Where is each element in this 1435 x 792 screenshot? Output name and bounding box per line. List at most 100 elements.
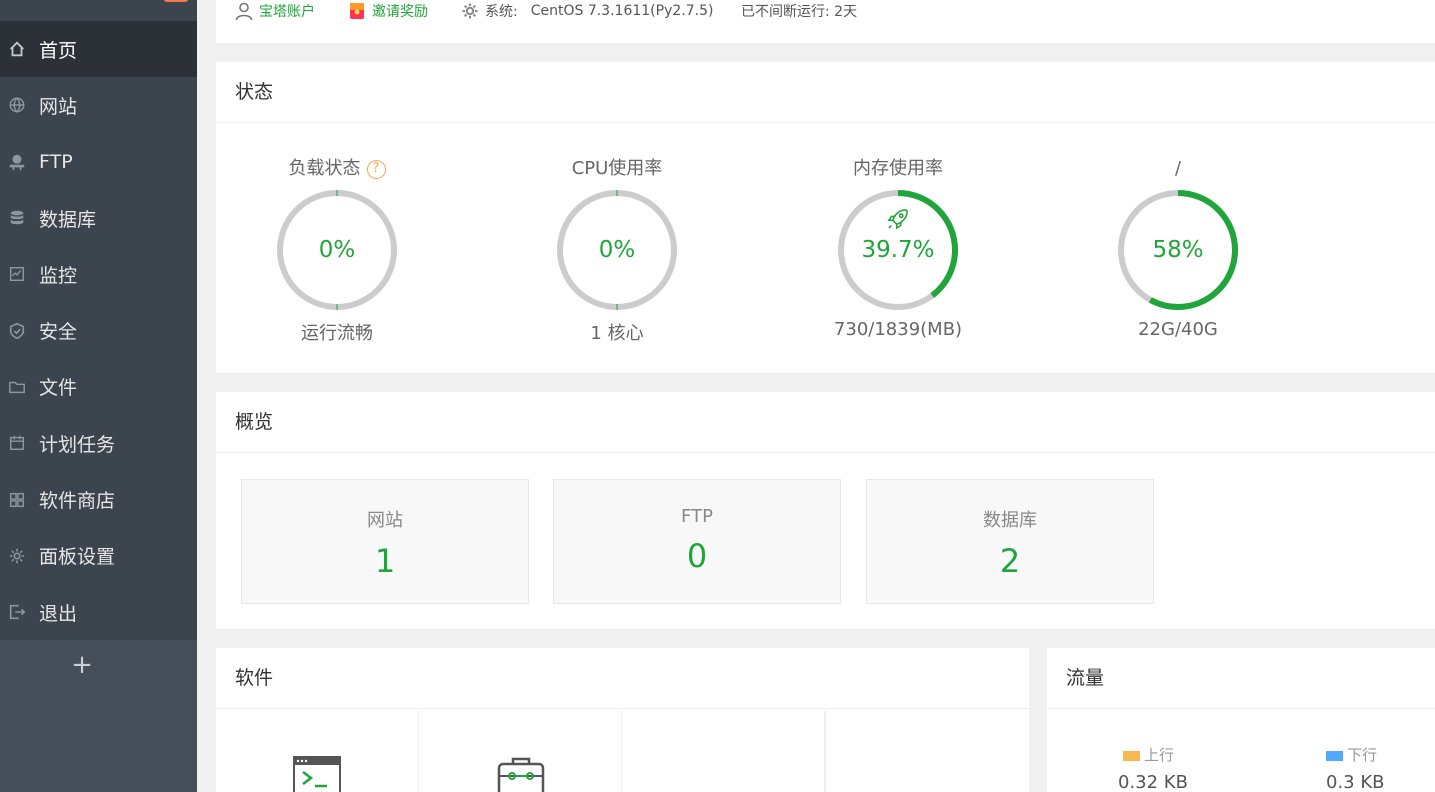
sidebar-item-label: 软件商店 <box>39 490 116 513</box>
terminal-icon <box>293 756 341 792</box>
sidebar-item-label: 退出 <box>39 602 78 625</box>
memory-gauge-value: 39.7% <box>861 237 935 263</box>
status-title: 状态 <box>216 62 1435 123</box>
sidebar-item-settings[interactable]: 面板设置 <box>0 528 197 584</box>
sidebar-item-label: 网站 <box>39 95 78 118</box>
sidebar: 首页 网站 FTP 数据库 监控 安全 文件 计划任务 软件商店 面板设置 退出… <box>0 0 197 792</box>
home-icon <box>6 38 28 60</box>
top-info-bar: 宝塔账户 邀请奖励 系统: CentOS 7.3.1611(Py2.7.5) 已… <box>216 0 1435 43</box>
sidebar-item-website[interactable]: 网站 <box>0 77 197 133</box>
memory-gauge-title: 内存使用率 <box>853 158 943 179</box>
help-icon[interactable]: ? <box>366 159 386 179</box>
folder-icon <box>6 376 28 398</box>
add-button[interactable]: + <box>70 650 94 680</box>
user-icon <box>235 2 253 21</box>
ftp-icon <box>6 151 28 173</box>
shield-icon <box>6 320 28 342</box>
load-gauge-title-row: 负载状态? <box>237 157 437 181</box>
grid-icon <box>6 489 28 511</box>
account-link-label: 宝塔账户 <box>259 4 315 20</box>
load-gauge-sub: 运行流畅 <box>301 323 373 344</box>
sidebar-item-label: 监控 <box>39 264 78 287</box>
load-gauge[interactable]: 负载状态? 0% 运行流畅 <box>237 157 437 345</box>
overview-card-ftp[interactable]: FTP 0 <box>553 479 841 604</box>
sidebar-item-ftp[interactable]: FTP <box>0 134 197 190</box>
overview-title: 概览 <box>216 392 1435 453</box>
upload-swatch <box>1123 750 1140 761</box>
overview-card-value: 1 <box>374 542 396 580</box>
load-gauge-value: 0% <box>318 237 356 263</box>
download-value: 0.3 KB <box>1326 772 1385 792</box>
software-item-toolbox[interactable] <box>419 711 622 792</box>
upload-label: 上行 <box>1144 746 1175 764</box>
invite-link-label: 邀请奖励 <box>372 4 428 20</box>
disk-gauge-title: / <box>1174 158 1182 179</box>
overview-card-database[interactable]: 数据库 2 <box>866 479 1154 604</box>
system-info: 系统: CentOS 7.3.1611(Py2.7.5) <box>460 0 713 22</box>
overview-card-label: 网站 <box>367 510 403 531</box>
gear-icon <box>462 3 478 19</box>
software-title: 软件 <box>216 648 1029 709</box>
system-label: 系统: <box>485 4 518 20</box>
disk-gauge-value: 58% <box>1152 237 1204 263</box>
overview-card-label: 数据库 <box>983 510 1037 531</box>
software-item-empty[interactable] <box>622 711 825 792</box>
memory-gauge-sub: 730/1839(MB) <box>833 319 963 340</box>
sidebar-item-label: 面板设置 <box>39 546 116 569</box>
sidebar-footer <box>0 640 197 792</box>
sidebar-item-label: 安全 <box>39 321 78 344</box>
overview-card-value: 2 <box>999 542 1021 580</box>
sidebar-item-label: 首页 <box>39 39 78 62</box>
sidebar-item-label: 文件 <box>39 377 78 400</box>
sidebar-item-logout[interactable]: 退出 <box>0 584 197 640</box>
calendar-icon <box>6 432 28 454</box>
disk-gauge-sub: 22G/40G <box>1138 319 1218 340</box>
monitor-icon <box>6 263 28 285</box>
disk-gauge[interactable]: / 58% 22G/40G <box>1078 157 1278 340</box>
download-legend: 下行 <box>1326 744 1377 765</box>
sidebar-item-database[interactable]: 数据库 <box>0 190 197 246</box>
memory-gauge-ring: 39.7% <box>835 187 961 313</box>
sidebar-item-monitor[interactable]: 监控 <box>0 246 197 302</box>
gear-icon <box>6 545 28 567</box>
sidebar-item-security[interactable]: 安全 <box>0 302 197 358</box>
sidebar-item-cron[interactable]: 计划任务 <box>0 415 197 471</box>
sidebar-item-home[interactable]: 首页 <box>0 21 197 78</box>
sidebar-item-store[interactable]: 软件商店 <box>0 471 197 527</box>
overview-card-label: FTP <box>681 506 713 527</box>
cpu-gauge-sub: 1 核心 <box>590 323 644 344</box>
download-label: 下行 <box>1347 746 1378 764</box>
sidebar-nav: 首页 网站 FTP 数据库 监控 安全 文件 计划任务 软件商店 面板设置 退出 <box>0 21 197 641</box>
logout-icon <box>6 601 28 623</box>
cpu-gauge-ring: 0% <box>554 187 680 313</box>
disk-gauge-ring: 58% <box>1115 187 1241 313</box>
system-value: CentOS 7.3.1611(Py2.7.5) <box>530 3 714 19</box>
upload-value: 0.32 KB <box>1118 772 1188 792</box>
memory-gauge[interactable]: 内存使用率 39.7% 730/1839(MB) <box>798 157 998 340</box>
upload-legend: 上行 <box>1123 744 1174 765</box>
load-gauge-ring: 0% <box>274 187 400 313</box>
traffic-panel: 流量 上行 0.32 KB 下行 0.3 KB <box>1047 648 1435 792</box>
sidebar-item-label: 数据库 <box>39 208 97 231</box>
load-gauge-title: 负载状态 <box>288 158 361 179</box>
overview-panel: 概览 网站 1 FTP 0 数据库 2 <box>216 392 1435 629</box>
software-item-terminal[interactable] <box>216 711 419 792</box>
overview-card-website[interactable]: 网站 1 <box>241 479 529 604</box>
database-icon <box>6 207 28 229</box>
status-panel: 状态 负载状态? 0% 运行流畅 CPU使用率 0% 1 核心 内存使用率 39… <box>216 62 1435 373</box>
uptime: 已不间断运行: 2天 <box>741 0 857 22</box>
cpu-gauge-value: 0% <box>598 237 636 263</box>
toolbox-icon <box>497 757 545 792</box>
software-item-empty[interactable] <box>825 711 1029 792</box>
overview-card-value: 0 <box>686 537 708 575</box>
account-link[interactable]: 宝塔账户 <box>234 0 315 22</box>
download-swatch <box>1326 750 1343 761</box>
sidebar-item-label: FTP <box>39 150 73 173</box>
sidebar-item-label: 计划任务 <box>39 433 116 456</box>
notification-badge[interactable] <box>164 0 188 2</box>
cpu-gauge[interactable]: CPU使用率 0% 1 核心 <box>517 157 717 345</box>
cpu-gauge-title: CPU使用率 <box>571 158 663 179</box>
invite-link[interactable]: 邀请奖励 <box>347 0 428 22</box>
sidebar-item-files[interactable]: 文件 <box>0 359 197 415</box>
globe-icon <box>6 94 28 116</box>
